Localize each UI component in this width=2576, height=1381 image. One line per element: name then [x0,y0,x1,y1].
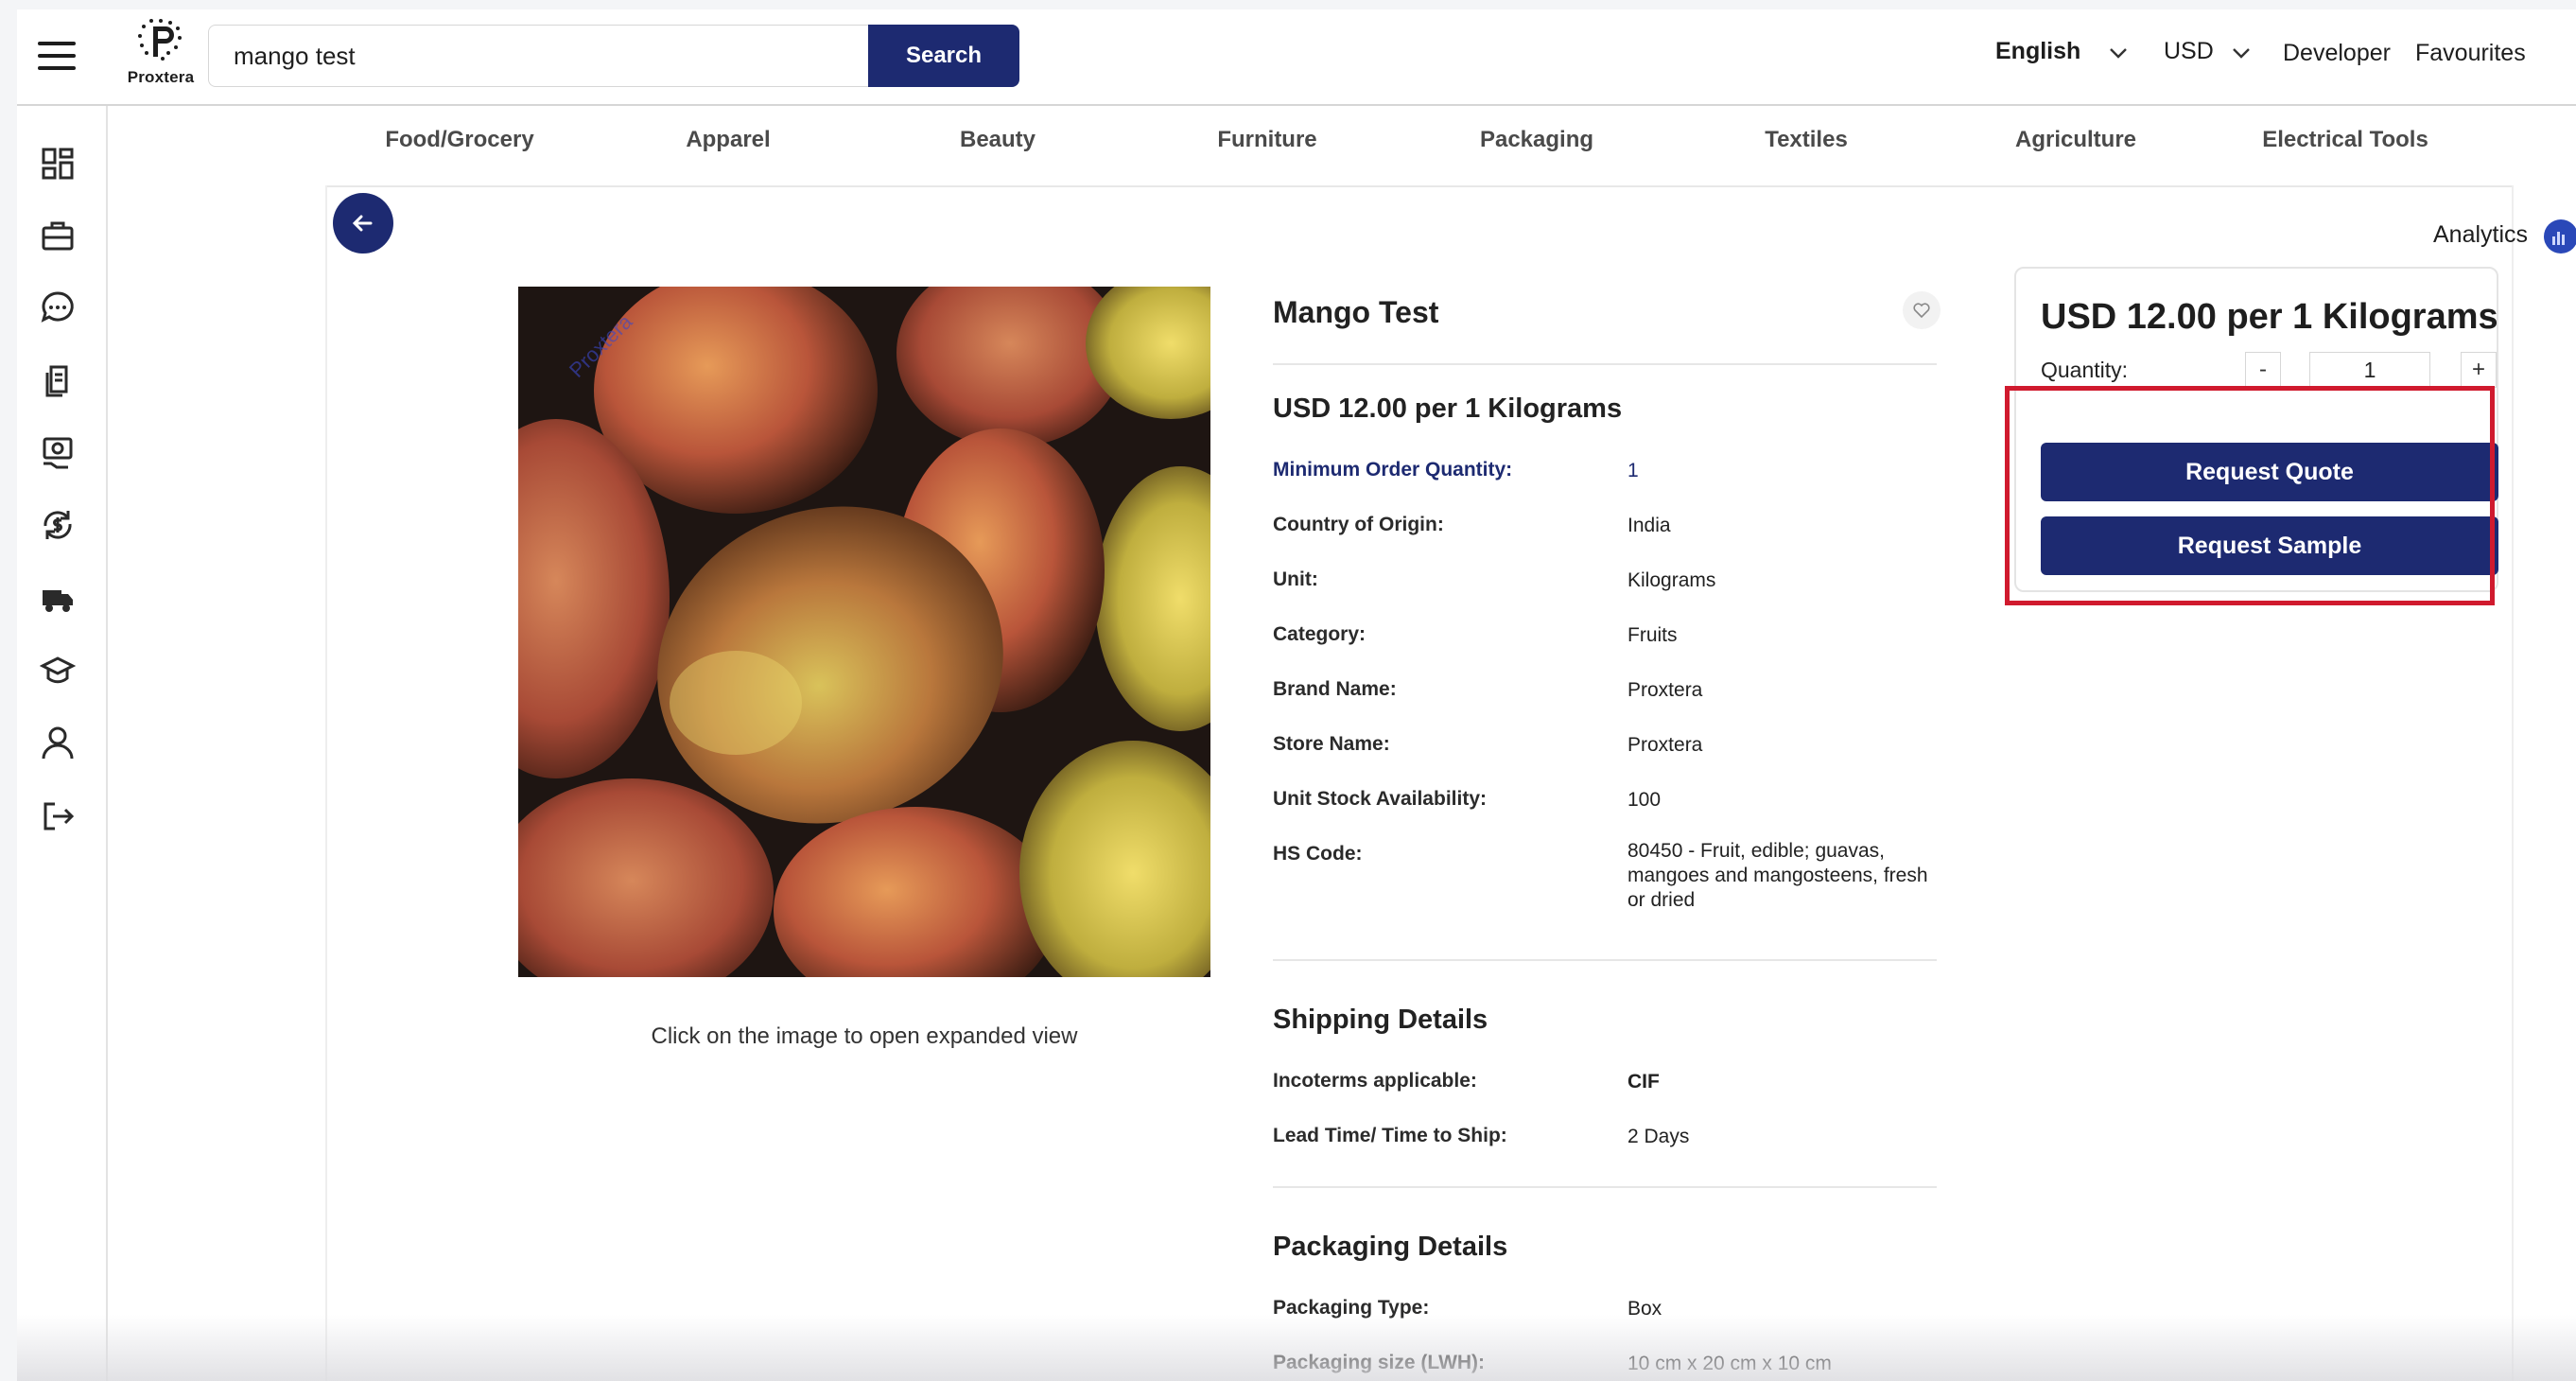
attr-label: Unit: [1273,568,1318,590]
favourite-button[interactable] [1903,291,1941,329]
left-sidebar [17,106,108,1381]
category-beauty[interactable]: Beauty [863,127,1132,153]
category-textiles[interactable]: Textiles [1672,127,1941,153]
content-divider [2512,185,2514,1381]
analytics-icon[interactable] [2544,219,2576,253]
chat-icon[interactable] [40,289,76,325]
category-food-grocery[interactable]: Food/Grocery [325,127,594,153]
category-apparel[interactable]: Apparel [594,127,862,153]
top-header: Proxtera Search English USD Developer Fa… [17,9,2576,106]
shipping-value: 2 Days [1627,1126,1690,1147]
favourites-link[interactable]: Favourites [2415,40,2526,67]
logo-mark-icon [138,19,182,61]
developer-link[interactable]: Developer [2283,40,2391,67]
payments-icon[interactable] [40,435,76,471]
briefcase-icon[interactable] [40,218,76,253]
logout-icon[interactable] [40,798,76,834]
product-price: USD 12.00 per 1 Kilograms [1273,393,1623,424]
packaging-label: Packaging size (LWH): [1273,1352,1486,1373]
user-icon[interactable] [40,725,76,760]
packaging-value: 10 cm x 20 cm x 10 cm [1627,1353,1832,1374]
documents-icon[interactable] [40,363,76,399]
truck-icon[interactable] [40,581,76,617]
heart-icon [1913,303,1930,319]
attr-value: Fruits [1627,624,1678,646]
quantity-label: Quantity: [2041,358,2129,382]
graduation-cap-icon[interactable] [40,653,76,689]
packaging-label: Packaging Type: [1273,1297,1430,1319]
language-select[interactable]: English [1995,38,2080,65]
image-caption: Click on the image to open expanded view [651,1023,1078,1049]
divider [1273,1186,1937,1188]
attr-label: Category: [1273,623,1366,645]
product-title: Mango Test [1273,295,1439,329]
analytics-link[interactable]: Analytics [2433,221,2528,249]
attr-label: HS Code: [1273,843,1363,865]
price-card: USD 12.00 per 1 Kilograms Quantity: - + … [2014,267,2498,592]
attr-label: Brand Name: [1273,678,1397,700]
dashboard-icon[interactable] [40,146,76,182]
divider [1273,959,1937,961]
arrow-left-icon [352,215,373,232]
attr-label: Minimum Order Quantity: [1273,459,1513,481]
shipping-label: Incoterms applicable: [1273,1070,1477,1092]
category-packaging[interactable]: Packaging [1402,127,1671,153]
divider [1273,363,1937,365]
product-image[interactable]: Proxtera [518,287,1210,977]
category-agriculture[interactable]: Agriculture [1941,127,2210,153]
content-divider [325,185,327,1381]
currency-select[interactable]: USD [2164,38,2214,65]
shipping-label: Lead Time/ Time to Ship: [1273,1125,1507,1146]
proxtera-logo[interactable]: Proxtera [119,19,202,104]
attr-label: Country of Origin: [1273,514,1444,535]
search-input[interactable] [208,25,870,87]
mango-photo [518,287,1210,977]
request-sample-button[interactable]: Request Sample [2041,516,2498,575]
search-button[interactable]: Search [868,25,1019,87]
category-furniture[interactable]: Furniture [1133,127,1401,153]
menu-icon[interactable] [38,42,76,70]
attr-value: 80450 - Fruit, edible; guavas, mangoes a… [1627,840,1928,911]
quantity-input[interactable] [2309,352,2430,388]
category-electrical-tools[interactable]: Electrical Tools [2211,127,2480,153]
attr-label: Store Name: [1273,733,1390,755]
chevron-down-icon[interactable] [2232,47,2251,59]
back-button[interactable] [333,193,393,253]
shipping-title: Shipping Details [1273,1005,1488,1035]
attr-value: India [1627,515,1671,536]
attr-value: 1 [1627,460,1639,481]
logo-text: Proxtera [127,68,195,86]
packaging-title: Packaging Details [1273,1232,1508,1262]
packaging-value: Box [1627,1298,1662,1320]
attr-value: 100 [1627,789,1662,811]
quantity-increment-button[interactable]: + [2461,352,2497,388]
attr-value: Proxtera [1627,679,1703,701]
attr-value: Proxtera [1627,734,1703,756]
shipping-value: CIF [1627,1071,1660,1093]
request-quote-button[interactable]: Request Quote [2041,443,2498,501]
card-price: USD 12.00 per 1 Kilograms [2041,297,2498,337]
refresh-dollar-icon[interactable] [40,507,76,543]
quantity-decrement-button[interactable]: - [2245,352,2281,388]
attr-label: Unit Stock Availability: [1273,788,1487,810]
chevron-down-icon[interactable] [2109,47,2128,59]
app-window: Proxtera Search English USD Developer Fa… [17,9,2576,1381]
attr-value: Kilograms [1627,569,1716,591]
category-nav: Food/Grocery Apparel Beauty Furniture Pa… [325,106,2514,187]
